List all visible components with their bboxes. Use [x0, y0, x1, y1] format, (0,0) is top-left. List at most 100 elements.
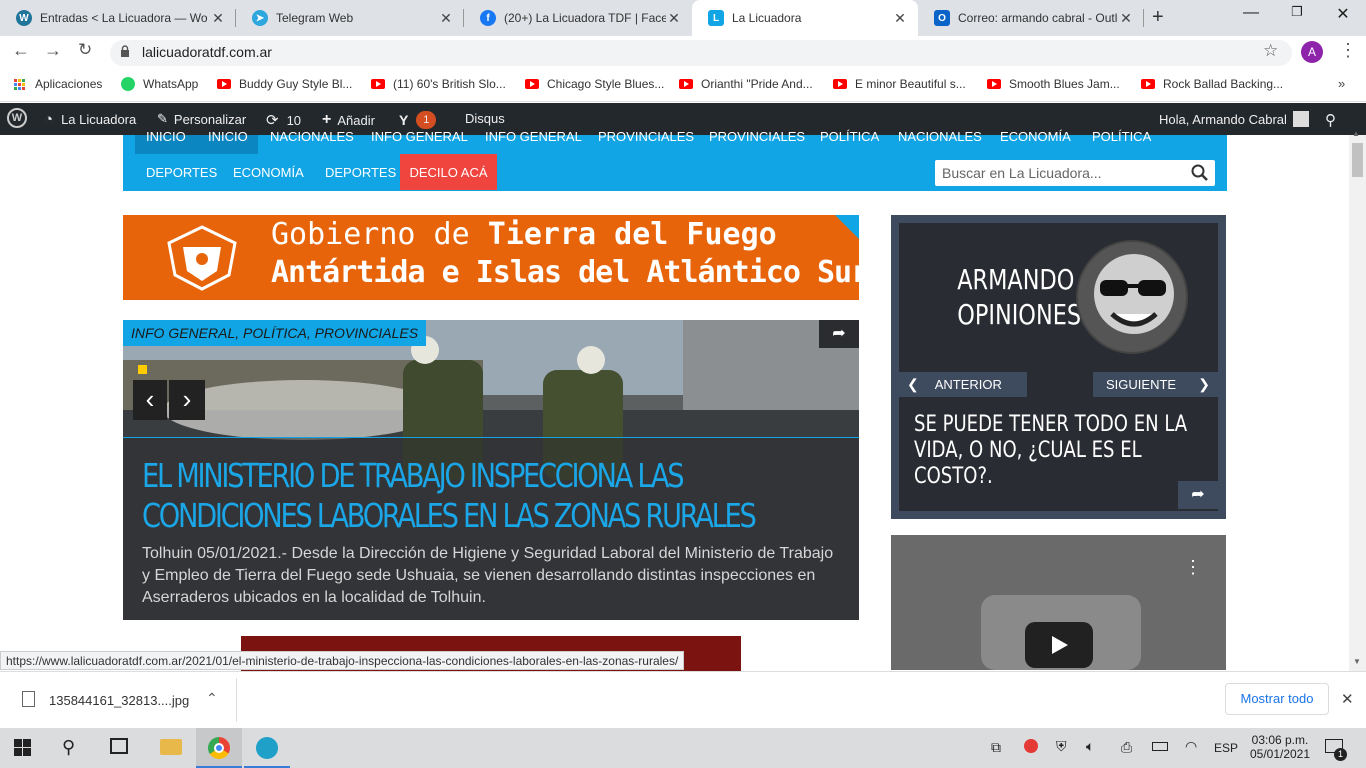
slider-prev-icon[interactable]: ‹ [133, 380, 167, 420]
language-indicator[interactable]: ESP [1214, 741, 1238, 755]
opinion-next-button[interactable]: SIGUIENTE ❯ [1093, 372, 1218, 397]
wp-yoast[interactable]: Y 1 [399, 111, 437, 129]
nav-item-economia[interactable]: ECONOMÍA [233, 165, 304, 180]
share-icon[interactable]: ➦ [1178, 481, 1218, 509]
reload-icon[interactable]: ↻ [78, 40, 92, 60]
bookmark-youtube[interactable]: E minor Beautiful s... [833, 77, 966, 91]
tab-la-licuadora[interactable]: L La Licuadora ✕ [692, 0, 918, 36]
task-view-icon[interactable] [110, 738, 128, 754]
tray-app-icon[interactable]: ⧉ [991, 739, 1001, 756]
nav-item-politica[interactable]: POLÍTICA [1092, 129, 1151, 144]
wp-updates[interactable]: ⟳ 10 [266, 111, 301, 129]
slider-dot-active[interactable] [138, 365, 147, 374]
tab-wordpress[interactable]: W Entradas < La Licuadora — Wo ✕ [0, 0, 236, 36]
play-button[interactable] [1025, 622, 1093, 668]
lock-icon[interactable] [120, 45, 130, 57]
nav-item-economia[interactable]: ECONOMÍA [1000, 129, 1071, 144]
more-bookmarks-icon[interactable]: » [1338, 76, 1345, 91]
page-scrollbar[interactable]: ▲ ▼ [1349, 129, 1366, 671]
close-icon[interactable]: ✕ [210, 10, 226, 27]
back-icon[interactable]: ← [12, 40, 30, 61]
video-menu-icon[interactable]: ⋮ [1184, 557, 1202, 578]
nav-item-nacionales[interactable]: NACIONALES [270, 129, 354, 144]
wp-customize[interactable]: ✎ Personalizar [157, 111, 246, 127]
usb-icon[interactable]: ⎙ [1121, 739, 1132, 756]
bookmark-youtube[interactable]: Rock Ballad Backing... [1141, 77, 1283, 91]
windows-start-icon[interactable] [14, 739, 31, 756]
download-filename[interactable]: 135844161_32813....jpg [49, 693, 189, 708]
nav-item-politica[interactable]: POLÍTICA [820, 129, 879, 144]
video-embed[interactable]: ⋮ [891, 535, 1226, 670]
bookmark-whatsapp[interactable]: WhatsApp [121, 77, 198, 91]
maximize-icon[interactable]: ❐ [1274, 4, 1320, 20]
window-close-icon[interactable]: ✕ [1320, 4, 1366, 24]
opinion-headline[interactable]: SE PUEDE TENER TODO EN LA VIDA, O NO, ¿C… [914, 412, 1201, 490]
tray-app-icon[interactable] [1024, 739, 1038, 753]
tab-outlook[interactable]: O Correo: armando cabral - Outlo ✕ [918, 0, 1144, 36]
close-icon[interactable]: ✕ [1341, 690, 1354, 708]
scroll-up-icon[interactable]: ▲ [1352, 129, 1360, 138]
search-icon[interactable]: ⚲ [1325, 111, 1336, 129]
forward-icon[interactable]: → [44, 40, 62, 61]
featured-slider[interactable]: INFO GENERAL, POLÍTICA, PROVINCIALES ➦ ‹… [123, 320, 859, 620]
bookmark-label: Aplicaciones [35, 77, 103, 91]
close-icon[interactable]: ✕ [1118, 10, 1134, 27]
new-tab-icon[interactable]: + [1152, 6, 1164, 29]
minimize-icon[interactable]: — [1228, 4, 1274, 22]
chrome-taskbar-item[interactable] [196, 728, 242, 768]
slider-next-icon[interactable]: › [169, 380, 205, 420]
banner-corner [835, 215, 859, 239]
volume-icon[interactable]: 🔈︎ [1086, 738, 1094, 755]
opinion-next-label: SIGUIENTE [1106, 377, 1177, 392]
bookmark-youtube[interactable]: (11) 60's British Slo... [371, 77, 506, 91]
wp-disqus[interactable]: Disqus [465, 111, 505, 126]
show-all-button[interactable]: Mostrar todo [1225, 683, 1329, 715]
nav-item-provinciales[interactable]: PROVINCIALES [709, 129, 805, 144]
wifi-icon[interactable]: ◠ [1185, 738, 1197, 755]
nav-item-deportes[interactable]: DEPORTES [146, 165, 217, 180]
menu-dots-icon[interactable]: ⋮ [1339, 40, 1357, 61]
edge-taskbar-item[interactable] [244, 728, 290, 768]
close-icon[interactable]: ✕ [892, 10, 908, 27]
nav-item-inicio[interactable]: INICIO [146, 129, 186, 144]
address-bar[interactable] [110, 40, 1292, 66]
wp-add-new[interactable]: + Añadir [322, 111, 375, 129]
wp-site-link[interactable]: ◔ La Licuadora [44, 111, 136, 128]
wordpress-logo-icon[interactable]: W [7, 108, 27, 128]
bookmark-star-icon[interactable]: ☆ [1263, 41, 1278, 61]
clock[interactable]: 03:06 p.m. 05/01/2021 [1249, 733, 1311, 761]
nav-item-info-general[interactable]: INFO GENERAL [485, 129, 582, 144]
nav-item-nacionales[interactable]: NACIONALES [898, 129, 982, 144]
search-icon[interactable] [1191, 164, 1209, 182]
bookmark-youtube[interactable]: Smooth Blues Jam... [987, 77, 1120, 91]
bookmark-youtube[interactable]: Chicago Style Blues... [525, 77, 664, 91]
close-icon[interactable]: ✕ [666, 10, 682, 27]
site-search-input[interactable]: Buscar en La Licuadora... [935, 160, 1215, 186]
opinion-prev-button[interactable]: ❮ ANTERIOR [899, 372, 1027, 397]
nav-item-decilo-aca[interactable]: DECILO ACÁ [400, 154, 497, 190]
bookmark-youtube[interactable]: Orianthi "Pride And... [679, 77, 813, 91]
bookmark-youtube[interactable]: Buddy Guy Style Bl... [217, 77, 352, 91]
scrollbar-thumb[interactable] [1352, 143, 1363, 177]
battery-icon[interactable] [1152, 742, 1168, 751]
chevron-up-icon[interactable]: ⌃ [206, 690, 218, 707]
url-text[interactable]: lalicuadoratdf.com.ar [142, 44, 272, 60]
ad-banner-gobierno[interactable]: Gobierno de Tierra del Fuego Antártida e… [123, 215, 859, 300]
tab-telegram[interactable]: ➤ Telegram Web ✕ [236, 0, 464, 36]
nav-item-inicio[interactable]: INICIO [208, 129, 248, 144]
bookmark-apps[interactable]: Aplicaciones [14, 77, 102, 91]
wp-account[interactable]: Hola, Armando Cabral [1159, 111, 1309, 127]
profile-avatar[interactable]: A [1301, 41, 1323, 63]
nav-item-deportes[interactable]: DEPORTES [325, 165, 396, 180]
file-explorer-icon[interactable] [160, 739, 182, 755]
slider-categories[interactable]: INFO GENERAL, POLÍTICA, PROVINCIALES [123, 320, 427, 346]
scroll-down-icon[interactable]: ▼ [1353, 657, 1361, 666]
tab-facebook[interactable]: f (20+) La Licuadora TDF | Faceb ✕ [464, 0, 692, 36]
share-icon[interactable]: ➦ [819, 320, 859, 348]
search-icon[interactable]: ⚲ [62, 737, 75, 758]
nav-item-provinciales[interactable]: PROVINCIALES [598, 129, 694, 144]
nav-item-info-general[interactable]: INFO GENERAL [371, 129, 468, 144]
slider-headline[interactable]: EL MINISTERIO DE TRABAJO INSPECCIONA LAS… [142, 456, 786, 536]
security-shield-icon[interactable]: ⛨ [1056, 738, 1067, 755]
close-icon[interactable]: ✕ [438, 10, 454, 27]
